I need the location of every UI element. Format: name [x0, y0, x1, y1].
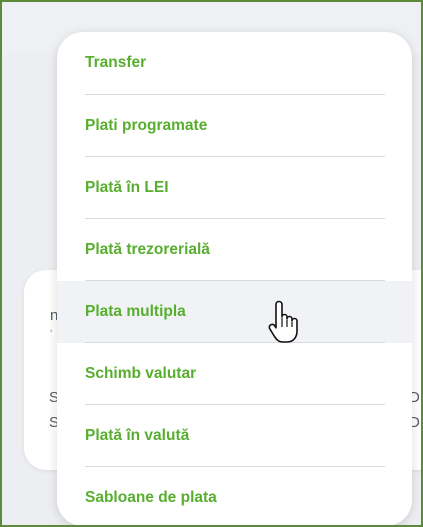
menu-item-plata-multipla[interactable]: Plata multipla: [57, 281, 412, 343]
menu-item-plata-in-valuta[interactable]: Plată în valută: [57, 405, 412, 467]
hand-pointer-icon: [267, 300, 301, 346]
menu-item-label: Plată trezorerială: [85, 241, 210, 258]
menu-item-label: Plată în valută: [85, 427, 190, 444]
menu-item-plati-programate[interactable]: Plati programate: [57, 95, 412, 157]
menu-item-label: Plata multipla: [85, 303, 186, 320]
menu-item-plata-in-lei[interactable]: Plată în LEI: [57, 157, 412, 219]
menu-item-label: Sabloane de plata: [85, 489, 217, 506]
menu-item-label: Plată în LEI: [85, 179, 169, 196]
menu-item-label: Plati programate: [85, 117, 208, 134]
menu-item-label: Schimb valutar: [85, 365, 197, 382]
menu-item-schimb-valutar[interactable]: Schimb valutar: [57, 343, 412, 405]
menu-item-sabloane-de-plata[interactable]: Sabloane de plata: [57, 467, 412, 525]
app-frame: n ' S S D D Transfer Plati programate Pl…: [0, 0, 423, 527]
menu-item-label: Transfer: [85, 54, 147, 71]
menu-item-transfer[interactable]: Transfer: [57, 32, 412, 94]
background-text-fragment: ': [50, 327, 53, 341]
payment-dropdown-menu: Transfer Plati programate Plată în LEI P…: [57, 32, 412, 525]
menu-item-plata-trezoreriala[interactable]: Plată trezorerială: [57, 219, 412, 281]
